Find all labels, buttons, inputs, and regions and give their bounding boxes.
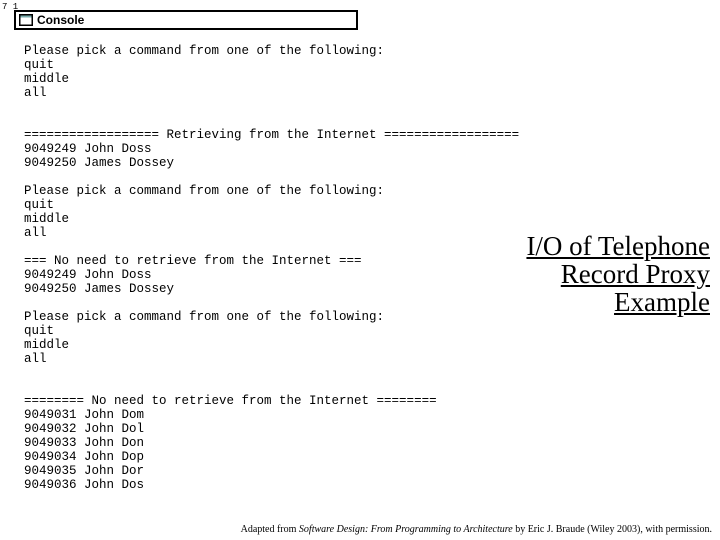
console-titlebar: Console (16, 12, 356, 28)
console-title: Console (37, 13, 84, 27)
console-output: Please pick a command from one of the fo… (24, 44, 494, 492)
attribution-prefix: Adapted from (241, 524, 299, 535)
console-window: Console (14, 10, 358, 30)
terminal-icon (19, 14, 33, 26)
attribution: Adapted from Software Design: From Progr… (241, 524, 712, 535)
slide-title: I/O of Telephone Record Proxy Example (510, 232, 710, 316)
attribution-book: Software Design: From Programming to Arc… (299, 524, 513, 535)
attribution-suffix: by Eric J. Braude (Wiley 2003), with per… (513, 524, 712, 535)
